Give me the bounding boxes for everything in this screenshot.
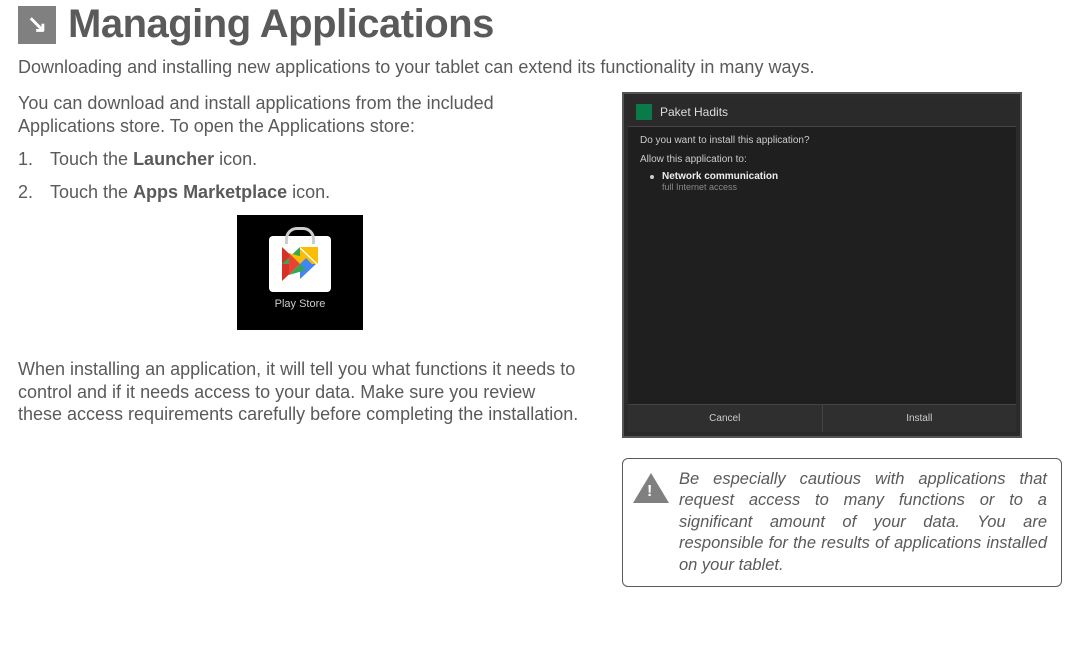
permission-sub: full Internet access [662, 182, 778, 192]
install-dialog-screenshot: Paket Hadits Do you want to install this… [622, 92, 1022, 438]
step-text: Touch the Launcher icon. [50, 149, 257, 170]
permission-row: Network communication full Internet acce… [650, 171, 1004, 192]
permission-title: Network communication [662, 171, 778, 182]
cancel-button[interactable]: Cancel [628, 404, 823, 432]
warning-callout: Be especially cautious with applications… [622, 458, 1062, 587]
bullet-icon [650, 175, 654, 179]
install-question: Do you want to install this application? [640, 135, 1004, 146]
app-icon [636, 104, 652, 120]
warning-icon [633, 473, 669, 503]
warning-text: Be especially cautious with applications… [679, 469, 1047, 576]
shopping-bag-icon [269, 236, 331, 292]
page-subtitle: Downloading and installing new applicati… [18, 57, 1072, 78]
play-store-icon: Play Store [237, 215, 363, 330]
step-item: 1. Touch the Launcher icon. [18, 149, 582, 170]
install-button[interactable]: Install [823, 404, 1017, 432]
page-title: Managing Applications [68, 2, 494, 47]
step-text: Touch the Apps Marketplace icon. [50, 182, 330, 203]
allow-label: Allow this application to: [640, 154, 1004, 165]
section-arrow-icon: ↘ [18, 6, 56, 44]
install-review-paragraph: When installing an application, it will … [18, 358, 582, 426]
step-item: 2. Touch the Apps Marketplace icon. [18, 182, 582, 203]
step-number: 2. [18, 182, 50, 203]
step-number: 1. [18, 149, 50, 170]
intro-paragraph: You can download and install application… [18, 92, 582, 137]
steps-list: 1. Touch the Launcher icon. 2. Touch the… [18, 149, 582, 203]
play-store-label: Play Store [275, 298, 326, 310]
install-app-name: Paket Hadits [660, 105, 728, 119]
